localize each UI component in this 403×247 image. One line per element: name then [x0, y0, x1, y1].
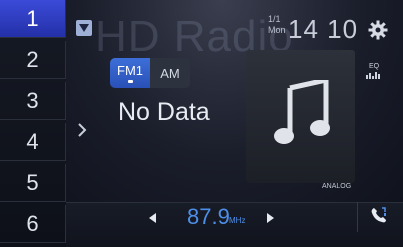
clock: 14 10: [268, 14, 358, 45]
preset-2-button[interactable]: 2: [0, 41, 66, 79]
radio-screen: 1 2 3 4 5 6 HD Radio FM1 AM No Data 1/1 …: [0, 0, 403, 247]
frequency-unit: MHz: [229, 216, 246, 225]
eq-label: EQ: [368, 63, 380, 70]
triangle-down-icon: [79, 24, 89, 32]
equalizer-icon: [366, 72, 380, 79]
band-am-tab[interactable]: AM: [150, 58, 190, 88]
preset-4-button[interactable]: 4: [0, 123, 66, 161]
preset-label: 5: [26, 169, 39, 195]
preset-label: 3: [26, 87, 39, 113]
active-indicator: [127, 80, 133, 83]
expand-panel-button[interactable]: [72, 120, 92, 140]
collapse-list-button[interactable]: [76, 20, 92, 36]
frequency-display: 87.9: [187, 204, 230, 229]
seek-up-button[interactable]: [263, 211, 277, 225]
seek-down-button[interactable]: [146, 211, 160, 225]
eq-button[interactable]: EQ: [366, 63, 382, 79]
clock-time: 14 10: [288, 14, 359, 44]
preset-3-button[interactable]: 3: [0, 82, 66, 120]
divider: [357, 202, 358, 232]
preset-5-button[interactable]: 5: [0, 164, 66, 202]
chevron-right-icon: [78, 123, 87, 137]
preset-label: 1: [26, 5, 39, 31]
album-art: [246, 50, 355, 183]
preset-list: 1 2 3 4 5 6: [0, 0, 66, 247]
preset-1-button[interactable]: 1: [0, 0, 66, 38]
triangle-left-icon: [149, 213, 156, 223]
music-note-icon: [274, 80, 330, 144]
preset-label: 2: [26, 46, 39, 72]
band-label: FM1: [117, 63, 143, 78]
settings-button[interactable]: [368, 20, 388, 40]
station-info: No Data: [118, 98, 210, 126]
band-selector: FM1 AM: [110, 58, 190, 88]
band-label: AM: [160, 65, 180, 81]
phone-icon: [371, 207, 386, 223]
phone-button[interactable]: [370, 206, 388, 224]
gear-icon: [368, 20, 388, 40]
preset-6-button[interactable]: 6: [0, 205, 66, 243]
preset-label: 4: [26, 128, 39, 154]
preset-label: 6: [26, 210, 39, 236]
analog-label: ANALOG: [322, 183, 352, 190]
band-fm1-tab[interactable]: FM1: [110, 58, 150, 88]
triangle-right-icon: [267, 213, 274, 223]
